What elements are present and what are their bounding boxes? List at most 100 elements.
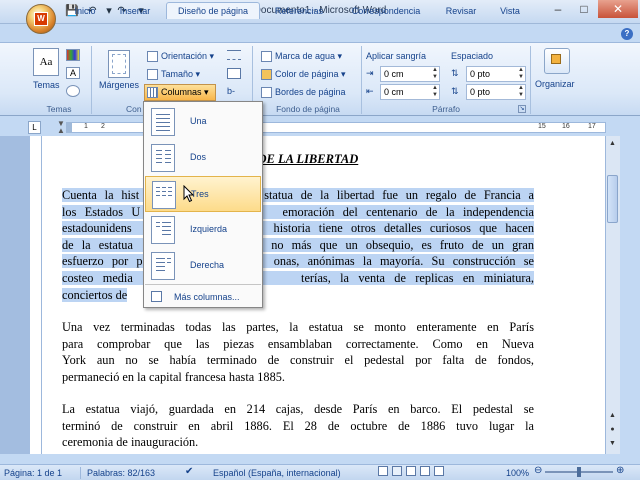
- arrange-icon[interactable]: [544, 48, 570, 74]
- maximize-button[interactable]: □: [572, 0, 596, 18]
- tab-correspondencia[interactable]: Correspondencia: [344, 2, 428, 19]
- ruler-margin: [66, 122, 72, 133]
- full-screen-icon[interactable]: [392, 466, 402, 476]
- browse-object-icon[interactable]: ●: [607, 424, 618, 435]
- temas-button[interactable]: Temas: [33, 80, 60, 90]
- menu-item-derecha[interactable]: Derecha: [145, 248, 261, 284]
- themes-icon[interactable]: Aa: [33, 48, 59, 76]
- menu-item-dos[interactable]: Dos: [145, 140, 261, 176]
- size-button[interactable]: Tamaño ▾: [146, 66, 208, 83]
- word-count[interactable]: Palabras: 82/163: [80, 467, 155, 479]
- indent-left-input[interactable]: 0 cm ▲ ▼: [380, 66, 440, 82]
- columns-button[interactable]: Columnas ▾: [144, 84, 216, 101]
- zoom-in-icon[interactable]: ⊕: [616, 465, 624, 477]
- group-separator: [91, 46, 92, 114]
- page-color-label: Color de página: [275, 69, 339, 79]
- line-numbers-icon[interactable]: [227, 68, 241, 79]
- orientation-icon: [147, 51, 158, 63]
- text-line: terminó de construir en abril 1886. El 2…: [62, 418, 534, 433]
- text-line: de la estatua no más que un obsequio, es…: [62, 237, 534, 252]
- spacing-before-icon: ⇅: [451, 68, 459, 78]
- zoom-slider-knob[interactable]: [577, 467, 581, 477]
- margenes-button[interactable]: Márgenes: [99, 80, 139, 90]
- print-layout-icon[interactable]: [378, 466, 388, 476]
- window-edge: [620, 136, 640, 454]
- page-color-button[interactable]: Color de página ▾: [260, 66, 358, 83]
- proofing-icon[interactable]: ✔: [185, 466, 193, 478]
- web-layout-icon[interactable]: [406, 466, 416, 476]
- tab-referencias[interactable]: Referencias: [268, 2, 330, 19]
- temas-group-label: Temas: [46, 104, 72, 114]
- tab-diseno-de-pagina[interactable]: Diseño de página: [166, 2, 260, 19]
- zoom-level[interactable]: 100%: [506, 467, 529, 479]
- draft-icon[interactable]: [434, 466, 444, 476]
- tab-vista[interactable]: Vista: [492, 2, 528, 19]
- tab-revisar[interactable]: Revisar: [440, 2, 482, 19]
- spacing-after-input[interactable]: 0 pto ▲ ▼: [466, 84, 526, 100]
- tab-inicio[interactable]: Inicio: [64, 2, 106, 19]
- group-separator: [530, 46, 531, 114]
- spacing-after-value: 0 pto: [470, 87, 491, 97]
- page-count[interactable]: Página: 1 de 1: [4, 467, 62, 479]
- orientation-label: Orientación: [161, 51, 208, 61]
- text-line: los Estados U emoración del centenario d…: [62, 204, 534, 219]
- three-columns-icon: [152, 181, 176, 209]
- breaks-icon[interactable]: [227, 50, 241, 60]
- help-icon[interactable]: ?: [621, 28, 633, 40]
- menu-item-izquierda[interactable]: Izquierda: [145, 212, 261, 248]
- more-columns-item[interactable]: Más columnas...: [145, 288, 261, 306]
- vertical-ruler: [30, 136, 42, 454]
- spacing-before-input[interactable]: 0 pto ▲ ▼: [466, 66, 526, 82]
- menu-item-tres[interactable]: Tres: [145, 176, 261, 212]
- size-icon: [147, 69, 158, 81]
- paragraph-1[interactable]: Cuenta la hist statua de la libertad fue…: [62, 187, 534, 303]
- language[interactable]: Español (España, internacional): [213, 467, 341, 479]
- text-line: conciertos de: [62, 287, 128, 302]
- more-columns-label: Más columnas...: [174, 292, 240, 302]
- theme-fonts-icon[interactable]: A: [66, 67, 80, 79]
- paragraph-2[interactable]: Una vez terminadas todas las partes, la …: [62, 319, 534, 385]
- paragraph-3[interactable]: La estatua viajó, guardada en 214 cajas,…: [62, 401, 534, 451]
- watermark-label: Marca de agua: [275, 51, 336, 61]
- tab-selector[interactable]: L: [28, 121, 41, 134]
- indent-left-icon: ⇥: [366, 68, 374, 78]
- ruler-number: 1: [84, 123, 88, 130]
- next-page-icon[interactable]: ▼: [607, 438, 618, 449]
- orientation-button[interactable]: Orientación ▾: [146, 48, 218, 65]
- minimize-button[interactable]: –: [546, 0, 570, 18]
- status-spacer: [0, 454, 640, 464]
- ribbon-tabs: [0, 24, 640, 43]
- text-line: esfuerzo por p onas, anónimas la mayoría…: [62, 254, 534, 269]
- more-columns-icon: [151, 291, 162, 302]
- outline-icon[interactable]: [420, 466, 430, 476]
- hyphenation-icon[interactable]: b‑: [227, 86, 241, 97]
- zoom-out-icon[interactable]: ⊖: [534, 465, 542, 477]
- indent-right-icon: ⇤: [366, 86, 374, 96]
- office-button[interactable]: W: [26, 4, 56, 34]
- tab-insertar[interactable]: Insertar: [110, 2, 160, 19]
- scrollbar-thumb[interactable]: [607, 175, 618, 223]
- dialog-launcher-icon[interactable]: ↘: [518, 105, 526, 113]
- columns-label: Columnas: [161, 87, 202, 97]
- scroll-up-icon[interactable]: ▲: [607, 138, 618, 149]
- indent-right-input[interactable]: 0 cm ▲ ▼: [380, 84, 440, 100]
- organizar-button[interactable]: Organizar: [535, 79, 575, 89]
- watermark-button[interactable]: Marca de agua ▾: [260, 48, 358, 65]
- indent-label: Aplicar sangría: [366, 51, 427, 61]
- margins-icon[interactable]: [108, 50, 130, 78]
- page-color-icon: [261, 69, 272, 81]
- close-button[interactable]: ✕: [598, 0, 638, 18]
- prev-page-icon[interactable]: ▲: [607, 410, 618, 421]
- document-heading[interactable]: UA DE LA LIBERTAD: [62, 152, 534, 167]
- indent-marker-icon[interactable]: ▼ ▲: [57, 120, 65, 135]
- theme-colors-icon[interactable]: [66, 49, 80, 61]
- theme-effects-icon[interactable]: [66, 85, 80, 97]
- ruler-number: 15: [538, 123, 546, 130]
- menu-item-label: Izquierda: [190, 224, 228, 234]
- office-logo-icon: W: [34, 12, 48, 26]
- menu-item-una[interactable]: Una: [145, 104, 261, 140]
- left-column-icon: [151, 216, 175, 244]
- page-borders-button[interactable]: Bordes de página: [260, 84, 358, 101]
- size-label: Tamaño: [161, 69, 194, 79]
- menu-separator: [145, 284, 261, 285]
